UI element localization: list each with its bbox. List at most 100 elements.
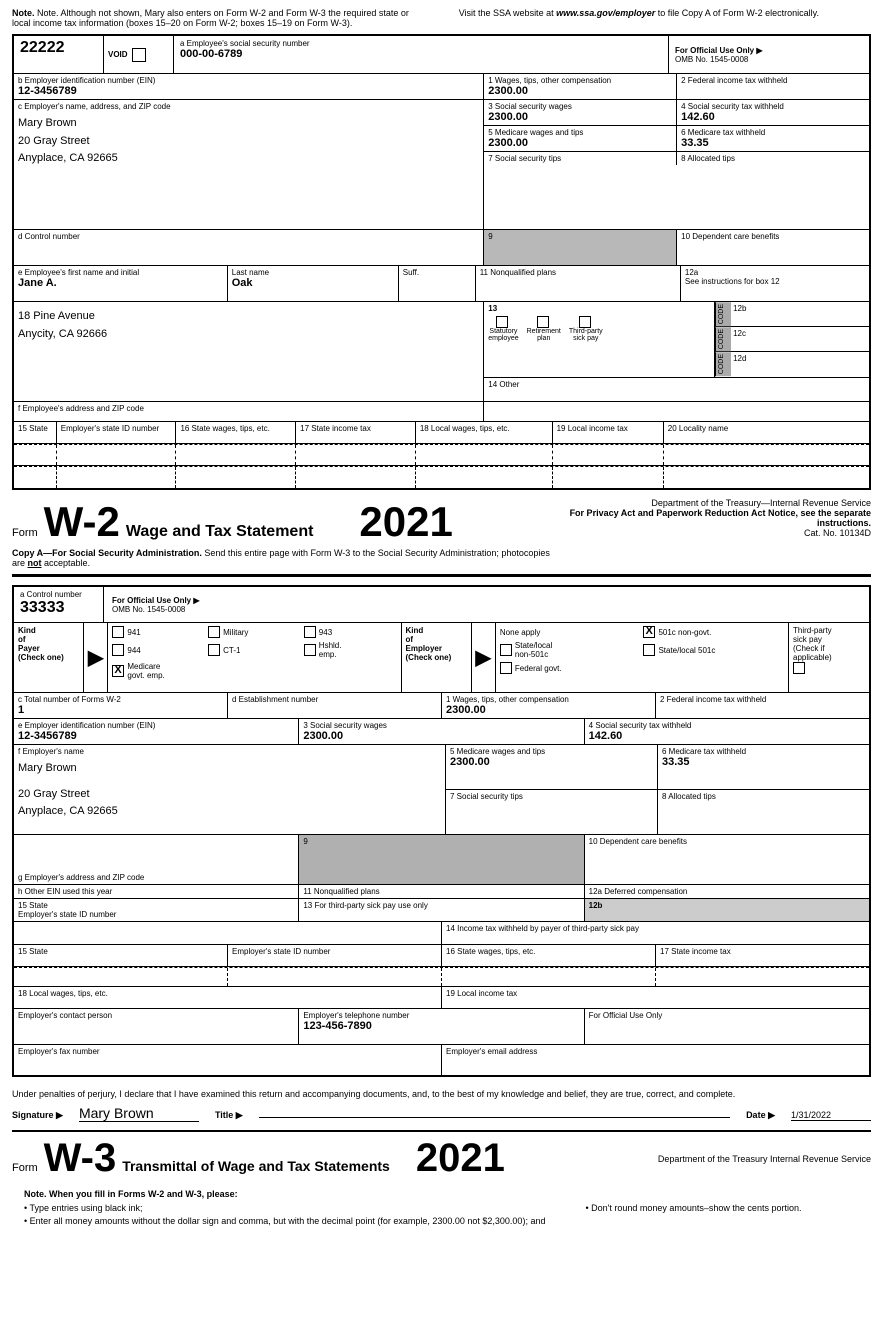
w2-form-label: Form [12, 527, 38, 539]
w3-title-bar: Form W-3 Transmittal of Wage and Tax Sta… [12, 1130, 871, 1181]
w3-checkbox-state-local[interactable] [500, 644, 512, 656]
w2-copy-line: Copy A—For Social Security Administratio… [12, 548, 556, 568]
w3-checkbox-944[interactable] [112, 644, 124, 656]
w3-checkbox-medicare[interactable] [112, 665, 124, 677]
w2-empaddr-label-cell: f Employee's address and ZIP code [14, 402, 484, 421]
w3-box17-header: 17 State income tax [656, 945, 869, 966]
w2-official-cell: For Official Use Only ▶ OMB No. 1545-000… [669, 36, 869, 73]
w2-empfname-label: e Employee's first name and initial [18, 268, 223, 277]
w2-box14-label: 14 Other [488, 380, 865, 389]
w2-box8-label: 8 Allocated tips [681, 154, 865, 163]
note-right-suffix: to file Copy A of Form W-2 electronicall… [655, 8, 819, 18]
w3-checkbox-941[interactable] [112, 626, 124, 638]
w3-third-party-cell: Third-party sick pay (Check if applicabl… [789, 623, 869, 692]
w3-sig-value: Mary Brown [79, 1105, 199, 1122]
w2-stat-label: Statutory employee [488, 328, 518, 342]
w3-cb-941-label: 941 [127, 628, 140, 637]
w2-state-data-5 [416, 445, 553, 465]
w3-box12b-cell: 12b [585, 899, 869, 921]
w2-state-header-row: 15 State Employer's state ID number 16 S… [14, 422, 869, 444]
w3-row-other-ein: h Other EIN used this year 11 Nonqualifi… [14, 885, 869, 899]
w3-box1-label: 1 Wages, tips, other compensation [446, 695, 651, 704]
w3-box1-value: 2300.00 [446, 704, 651, 716]
w3-title-value [259, 1117, 730, 1118]
bottom-notes: Note. When you fill in Forms W-2 and W-3… [12, 1181, 871, 1234]
w2-box12d-cell: CODE 12d [715, 352, 869, 376]
w2-empty-right [484, 402, 869, 421]
w3-official-label: For Official Use Only ▶ [112, 596, 861, 605]
w3-kop-label: Kind of Payer (Check one) [18, 626, 79, 662]
w3-state15-label: 15 State [18, 901, 294, 910]
w2-void-cell: VOID [104, 36, 174, 73]
w3-checkbox-501c[interactable] [643, 626, 655, 638]
w2-box1-value: 2300.00 [488, 85, 672, 97]
w2-suff-label: Suff. [403, 268, 471, 277]
w2-emp-addr2: Anyplace, CA 92665 [18, 150, 479, 168]
w3-row-box14: 14 Income tax withheld by payer of third… [14, 922, 869, 945]
w3-state-data-row [14, 967, 869, 987]
note-right: Visit the SSA website at www.ssa.gov/emp… [459, 8, 871, 28]
w2-box13-3rd: Third-party sick pay [569, 316, 603, 342]
w3-box16-header: 16 State wages, tips, etc. [442, 945, 656, 966]
w3-cb-military-label: Military [223, 628, 248, 637]
w3-state-row-header: 15 State Employer's state ID number 16 S… [14, 945, 869, 967]
w2-box12a-header: 12a See instructions for box 12 [681, 266, 869, 301]
w3-box2-label: 2 Federal income tax withheld [660, 695, 865, 704]
w3-employer-name: Mary Brown [18, 760, 441, 778]
w3-payer-checkboxes: 941 Military 943 944 [112, 626, 396, 680]
w3-box3-label: 3 Social security wages [303, 721, 579, 730]
w3-title-text: Transmittal of Wage and Tax Statements [122, 1158, 390, 1174]
w3-checkbox-state-local-501c[interactable] [643, 644, 655, 656]
w2-checkbox-ret[interactable] [537, 316, 549, 328]
w3-official-use-label: For Official Use Only [589, 1011, 865, 1020]
w3-box12a-cell: 12a Deferred compensation [585, 885, 869, 898]
bottom-bullet1-text: Type entries using black ink; [30, 1203, 143, 1213]
w2-box11-cell: 11 Nonqualified plans [476, 266, 681, 301]
w2-box12b-label-area: 12b [731, 302, 869, 326]
w3-cb-941: 941 [112, 626, 205, 638]
w2-box4-value: 142.60 [681, 111, 865, 123]
w2-control-d-cell: d Control number [14, 230, 484, 265]
w2-year: 2021 [359, 498, 452, 546]
w2-empfname-value: Jane A. [18, 277, 223, 289]
w2-box6-value: 33.35 [681, 137, 865, 149]
w3-checkbox-ct1[interactable] [208, 644, 220, 656]
w2-state-data2-4 [296, 467, 416, 488]
w2-box4-cell: 4 Social security tax withheld 142.60 [677, 100, 869, 125]
w3-stateid-label: Employer's state ID number [232, 947, 330, 956]
w2-box3-cell: 3 Social security wages 2300.00 [484, 100, 677, 125]
w2-box12d-row: CODE 12d [715, 352, 869, 376]
w3-cb-military: Military [208, 626, 301, 638]
w3-checkbox-hshld[interactable] [304, 644, 316, 656]
w3-box7-row: 7 Social security tips 8 Allocated tips [446, 790, 869, 834]
w3-box6-cell: 6 Medicare tax withheld 33.35 [658, 745, 869, 789]
w3-fax-row: Employer's fax number Employer's email a… [14, 1045, 869, 1075]
w3-cb-fed-label: Federal govt. [515, 664, 562, 673]
w2-void-checkbox[interactable] [132, 48, 146, 62]
w2-checkbox-stat[interactable] [496, 316, 508, 328]
w3-checkbox-943[interactable] [304, 626, 316, 638]
w3-emp-addr-label: g Employer's address and ZIP code [18, 873, 294, 882]
w3-checkbox-third-party[interactable] [793, 662, 805, 674]
w2-row-employer: c Employer's name, address, and ZIP code… [14, 100, 869, 230]
w3-cb-state-local-501c-label: State/local 501c [658, 646, 715, 655]
w2-box18-label: 18 Local wages, tips, etc. [420, 424, 510, 433]
w2-header-row: 22222 VOID a Employee's social security … [14, 36, 869, 74]
w2-box6-label: 6 Medicare tax withheld [681, 128, 865, 137]
w3-box1-cell: 1 Wages, tips, other compensation 2300.0… [442, 693, 656, 718]
w3-sig-row: Signature ▶ Mary Brown Title ▶ Date ▶ 1/… [12, 1105, 871, 1122]
w3-koe-label-cell: Kind of Employer (Check one) [402, 623, 472, 692]
w2-box12-col: CODE 12b CODE 12c [715, 302, 869, 377]
w3-box2-cell: 2 Federal income tax withheld [656, 693, 869, 718]
w3-checkbox-military[interactable] [208, 626, 220, 638]
w3-employer-checkboxes: None apply 501c non-govt. State/local no… [500, 626, 784, 674]
w3-box5-row: 5 Medicare wages and tips 2300.00 6 Medi… [446, 745, 869, 790]
w3-box13-cell: 13 For third-party sick pay use only [299, 899, 584, 921]
w2-suff-cell: Suff. [399, 266, 476, 301]
w2-state-data-4 [296, 445, 416, 465]
w2-state-data2-5 [416, 467, 553, 488]
w2-footer: Form W-2 Wage and Tax Statement 2021 Cop… [12, 498, 871, 570]
w3-checkbox-fed[interactable] [500, 662, 512, 674]
top-note: Note. Note. Although not shown, Mary als… [12, 8, 871, 28]
w2-checkbox-3rd[interactable] [579, 316, 591, 328]
